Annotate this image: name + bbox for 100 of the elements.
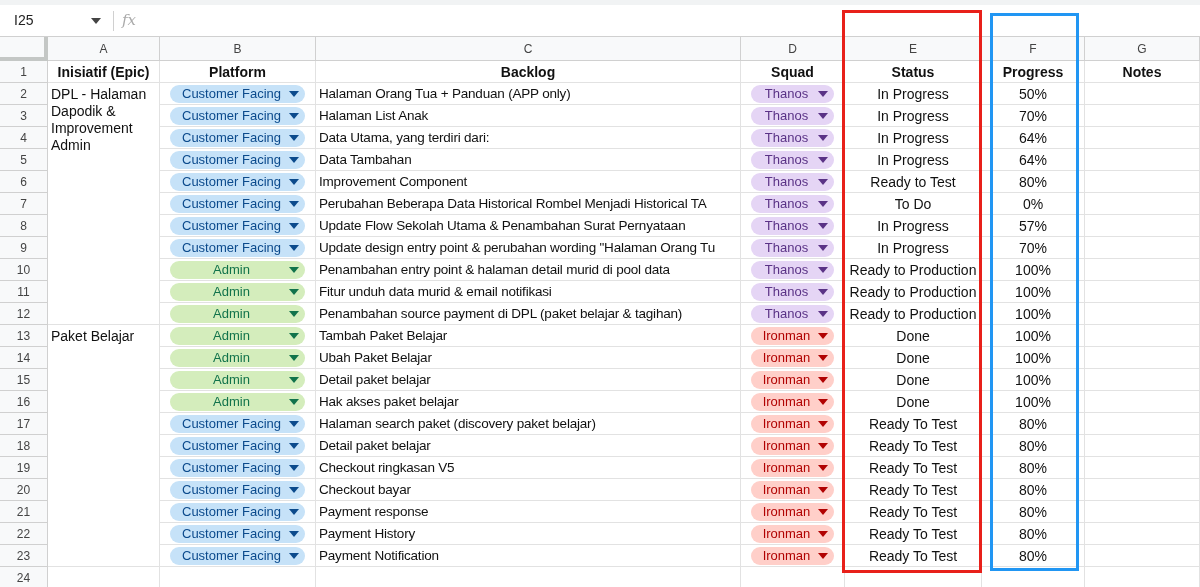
dropdown-chip[interactable]: Ironman	[751, 348, 834, 367]
dropdown-chip[interactable]: Admin	[170, 370, 305, 389]
dropdown-chip[interactable]: Ironman	[751, 546, 834, 565]
table-header-cell: Notes	[1085, 61, 1200, 83]
dropdown-chip[interactable]: Thanos	[751, 238, 834, 257]
caret-icon	[289, 332, 299, 339]
dropdown-chip[interactable]: Customer Facing	[170, 502, 305, 521]
dropdown-chip[interactable]: Customer Facing	[170, 546, 305, 565]
dropdown-chip[interactable]: Admin	[170, 392, 305, 411]
dropdown-chip[interactable]: Admin	[170, 326, 305, 345]
dropdown-chip[interactable]: Admin	[170, 348, 305, 367]
table-cell: 80%	[982, 171, 1085, 193]
select-all-corner[interactable]	[0, 37, 48, 61]
dropdown-chip[interactable]: Ironman	[751, 414, 834, 433]
column-header[interactable]: B	[160, 37, 316, 61]
dropdown-chip[interactable]: Admin	[170, 282, 305, 301]
table-cell: Ubah Paket Belajar	[316, 347, 741, 369]
table-header-cell: Squad	[741, 61, 845, 83]
dropdown-chip[interactable]: Customer Facing	[170, 128, 305, 147]
dropdown-chip[interactable]: Thanos	[751, 106, 834, 125]
row-number: 7	[0, 193, 48, 215]
table-cell: Update design entry point & perubahan wording "Halaman Orang Tu	[316, 237, 741, 259]
table-cell: 80%	[982, 545, 1085, 567]
dropdown-chip[interactable]: Thanos	[751, 172, 834, 191]
table-cell: In Progress	[845, 83, 982, 105]
row-number: 24	[0, 567, 48, 587]
dropdown-chip[interactable]: Customer Facing	[170, 172, 305, 191]
dropdown-chip[interactable]: Ironman	[751, 502, 834, 521]
table-cell: 80%	[982, 523, 1085, 545]
dropdown-chip[interactable]: Ironman	[751, 524, 834, 543]
column-header[interactable]: G	[1085, 37, 1200, 61]
name-box[interactable]: I25	[0, 8, 105, 33]
column-header[interactable]: E	[845, 37, 982, 61]
dropdown-chip[interactable]: Customer Facing	[170, 436, 305, 455]
table-cell: Tambah Paket Belajar	[316, 325, 741, 347]
row-number: 9	[0, 237, 48, 259]
dropdown-chip[interactable]: Thanos	[751, 128, 834, 147]
dropdown-chip[interactable]: Customer Facing	[170, 238, 305, 257]
table-cell: 100%	[982, 281, 1085, 303]
caret-icon	[289, 530, 299, 537]
dropdown-chip[interactable]: Customer Facing	[170, 150, 305, 169]
column-header[interactable]: D	[741, 37, 845, 61]
caret-icon	[289, 222, 299, 229]
table-cell: Ready To Test	[845, 435, 982, 457]
dropdown-chip[interactable]: Customer Facing	[170, 194, 305, 213]
table-cell: Payment History	[316, 523, 741, 545]
table-cell: Checkout ringkasan V5	[316, 457, 741, 479]
caret-icon	[289, 266, 299, 273]
dropdown-chip[interactable]: Ironman	[751, 480, 834, 499]
caret-icon	[289, 464, 299, 471]
dropdown-chip[interactable]: Admin	[170, 304, 305, 323]
dropdown-chip[interactable]: Admin	[170, 260, 305, 279]
table-cell: In Progress	[845, 149, 982, 171]
caret-icon	[818, 288, 828, 295]
row-number: 22	[0, 523, 48, 545]
dropdown-chip[interactable]: Ironman	[751, 326, 834, 345]
table-cell: Ready To Test	[845, 501, 982, 523]
dropdown-chip[interactable]: Ironman	[751, 436, 834, 455]
caret-icon	[818, 178, 828, 185]
dropdown-chip[interactable]: Thanos	[751, 216, 834, 235]
caret-icon	[818, 464, 828, 471]
table-cell: Payment Notification	[316, 545, 741, 567]
table-cell: Perubahan Beberapa Data Historical Rombel Menjadi Historical TA	[316, 193, 741, 215]
table-cell: Ready To Test	[845, 479, 982, 501]
caret-icon	[818, 354, 828, 361]
dropdown-chip[interactable]: Thanos	[751, 150, 834, 169]
table-cell: Done	[845, 369, 982, 391]
dropdown-chip[interactable]: Customer Facing	[170, 458, 305, 477]
caret-icon	[818, 332, 828, 339]
table-cell: Detail paket belajar	[316, 435, 741, 457]
table-cell: Ready To Test	[845, 523, 982, 545]
row-number: 4	[0, 127, 48, 149]
table-header-cell: Platform	[160, 61, 316, 83]
column-header[interactable]: F	[982, 37, 1085, 61]
table-cell: Update Flow Sekolah Utama & Penambahan Surat Pernyataan	[316, 215, 741, 237]
dropdown-chip[interactable]: Thanos	[751, 304, 834, 323]
column-header[interactable]: C	[316, 37, 741, 61]
caret-icon	[289, 112, 299, 119]
dropdown-chip[interactable]: Customer Facing	[170, 480, 305, 499]
dropdown-chip[interactable]: Customer Facing	[170, 216, 305, 235]
table-cell: Ready to Production	[845, 281, 982, 303]
dropdown-chip[interactable]: Customer Facing	[170, 524, 305, 543]
caret-icon	[289, 508, 299, 515]
dropdown-chip[interactable]: Customer Facing	[170, 84, 305, 103]
dropdown-chip[interactable]: Ironman	[751, 370, 834, 389]
dropdown-chip[interactable]: Customer Facing	[170, 106, 305, 125]
table-cell: 70%	[982, 237, 1085, 259]
dropdown-chip[interactable]: Ironman	[751, 458, 834, 477]
dropdown-chip[interactable]: Customer Facing	[170, 414, 305, 433]
dropdown-chip[interactable]: Thanos	[751, 282, 834, 301]
table-cell: Improvement Component	[316, 171, 741, 193]
table-header-cell: Status	[845, 61, 982, 83]
dropdown-chip[interactable]: Ironman	[751, 392, 834, 411]
dropdown-chip[interactable]: Thanos	[751, 194, 834, 213]
column-header[interactable]: A	[48, 37, 160, 61]
dropdown-chip[interactable]: Thanos	[751, 84, 834, 103]
dropdown-chip[interactable]: Thanos	[751, 260, 834, 279]
caret-icon	[818, 486, 828, 493]
row-number: 18	[0, 435, 48, 457]
table-cell: 50%	[982, 83, 1085, 105]
